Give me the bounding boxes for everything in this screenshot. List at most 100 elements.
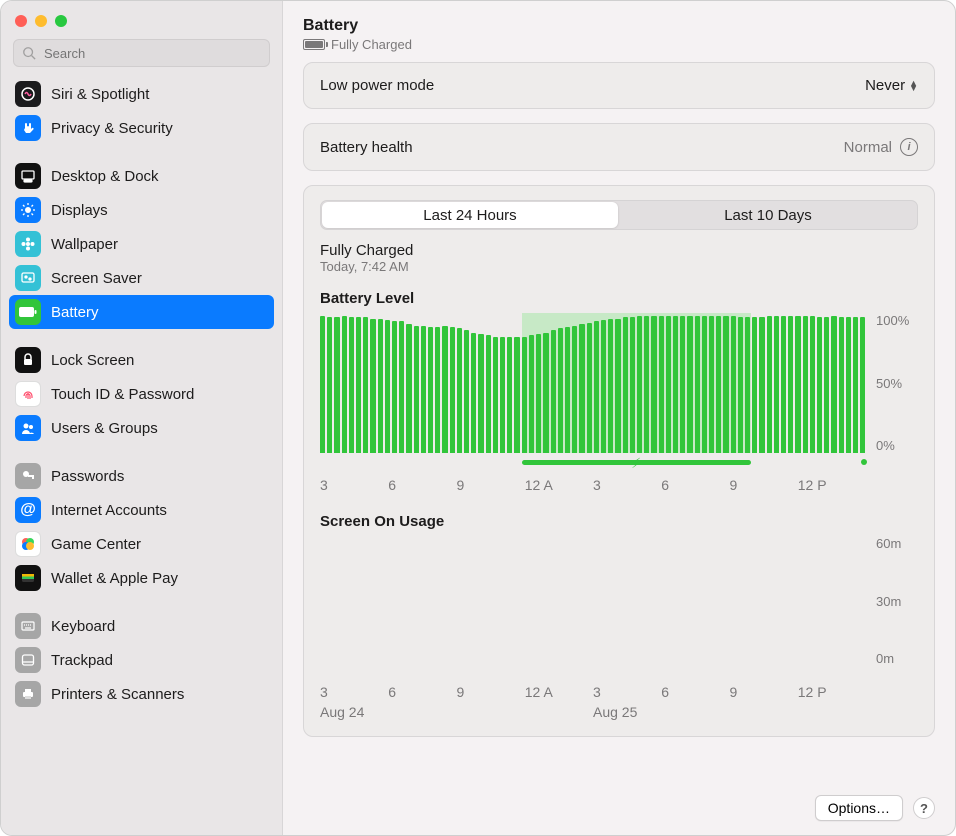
x-tick: 6 xyxy=(388,477,456,493)
battery-level-bar xyxy=(471,333,476,453)
battery-level-bar xyxy=(846,317,851,453)
x-tick: 12 P xyxy=(798,477,866,493)
battery-level-bar xyxy=(781,316,786,453)
sidebar-item-wallet-apple-pay[interactable]: Wallet & Apple Pay xyxy=(1,561,282,595)
low-power-select[interactable]: Never ▲▼ xyxy=(865,77,918,94)
battery-level-bar xyxy=(363,317,368,453)
battery-level-bar xyxy=(853,317,858,453)
zoom-icon[interactable] xyxy=(55,15,67,27)
battery-level-yaxis: 100%50%0% xyxy=(876,313,918,453)
battery-level-bar xyxy=(428,327,433,453)
battery-level-bar xyxy=(731,316,736,453)
sidebar-item-lock-screen[interactable]: Lock Screen xyxy=(1,343,282,377)
siri-icon xyxy=(15,81,41,107)
battery-level-bar xyxy=(464,330,469,453)
sidebar-item-label: Wallet & Apple Pay xyxy=(51,570,178,587)
x-tick: 12 P xyxy=(798,684,866,700)
battery-level-bar xyxy=(795,316,800,453)
battery-health-card: Battery health Normal i xyxy=(303,123,935,171)
minimize-icon[interactable] xyxy=(35,15,47,27)
sidebar-list: Siri & SpotlightPrivacy & Security Deskto… xyxy=(1,75,282,835)
y-tick: 0% xyxy=(876,438,895,453)
battery-level-bar xyxy=(579,324,584,453)
battery-level-bar xyxy=(817,317,822,453)
sidebar-item-game-center[interactable]: Game Center xyxy=(1,527,282,561)
help-button[interactable]: ? xyxy=(913,797,935,819)
battery-level-bar xyxy=(543,333,548,453)
options-button[interactable]: Options… xyxy=(815,795,903,821)
battery-level-bar xyxy=(695,316,700,453)
battery-level-bar xyxy=(651,316,656,453)
x-tick: 9 xyxy=(457,684,525,700)
battery-level-bar xyxy=(716,316,721,453)
sidebar: Siri & SpotlightPrivacy & Security Deskto… xyxy=(1,1,283,835)
sidebar-item-touch-id-password[interactable]: Touch ID & Password xyxy=(1,377,282,411)
battery-level-bar xyxy=(659,316,664,453)
search-icon xyxy=(22,46,36,60)
tab-last-10d[interactable]: Last 10 Days xyxy=(620,202,916,228)
battery-level-bar xyxy=(342,316,347,453)
usage-card: Last 24 Hours Last 10 Days Fully Charged… xyxy=(303,185,935,737)
battery-status-text: Fully Charged xyxy=(331,37,412,52)
battery-health-value: Normal xyxy=(844,139,892,156)
header: Battery Fully Charged xyxy=(283,1,955,62)
battery-icon xyxy=(15,299,41,325)
tab-last-24h[interactable]: Last 24 Hours xyxy=(322,202,618,228)
sidebar-item-trackpad[interactable]: Trackpad xyxy=(1,643,282,677)
sidebar-item-wallpaper[interactable]: Wallpaper xyxy=(1,227,282,261)
low-power-value: Never xyxy=(865,77,905,94)
battery-level-bar xyxy=(702,316,707,453)
battery-level-bar xyxy=(673,316,678,453)
battery-level-bar xyxy=(666,316,671,453)
sidebar-item-screen-saver[interactable]: Screen Saver xyxy=(1,261,282,295)
battery-level-bar xyxy=(752,317,757,453)
sidebar-item-desktop-dock[interactable]: Desktop & Dock xyxy=(1,159,282,193)
sidebar-item-printers-scanners[interactable]: Printers & Scanners xyxy=(1,677,282,711)
sidebar-item-displays[interactable]: Displays xyxy=(1,193,282,227)
y-tick: 0m xyxy=(876,651,894,666)
y-tick: 30m xyxy=(876,594,901,609)
battery-level-bar xyxy=(831,316,836,453)
sidebar-item-label: Passwords xyxy=(51,468,124,485)
battery-level-bar xyxy=(594,321,599,453)
x-tick: 9 xyxy=(730,477,798,493)
battery-level-bar xyxy=(709,316,714,453)
sidebar-item-passwords[interactable]: Passwords xyxy=(1,459,282,493)
sidebar-item-internet-accounts[interactable]: @Internet Accounts xyxy=(1,493,282,527)
bolt-icon: ⚡︎ xyxy=(631,455,641,472)
settings-window: Siri & SpotlightPrivacy & Security Deskto… xyxy=(0,0,956,836)
battery-level-bar xyxy=(824,317,829,453)
battery-level-bar xyxy=(378,319,383,453)
y-tick: 50% xyxy=(876,376,902,391)
battery-level-bar xyxy=(457,328,462,453)
battery-level-bar xyxy=(421,326,426,453)
battery-level-bar xyxy=(320,316,325,453)
charge-state-time: Today, 7:42 AM xyxy=(320,259,918,274)
sidebar-item-label: Users & Groups xyxy=(51,420,158,437)
close-icon[interactable] xyxy=(15,15,27,27)
battery-level-bar xyxy=(615,319,620,453)
sidebar-item-label: Touch ID & Password xyxy=(51,386,194,403)
battery-level-xaxis: 36912 A36912 P xyxy=(320,477,866,493)
footer: Options… ? xyxy=(815,795,935,821)
sidebar-item-label: Desktop & Dock xyxy=(51,168,159,185)
sidebar-item-keyboard[interactable]: Keyboard xyxy=(1,609,282,643)
battery-level-bar xyxy=(478,334,483,453)
battery-level-bar xyxy=(442,326,447,453)
sidebar-item-privacy-security[interactable]: Privacy & Security xyxy=(1,111,282,145)
sidebar-item-battery[interactable]: Battery xyxy=(9,295,274,329)
battery-level-bar xyxy=(788,316,793,453)
users-icon xyxy=(15,415,41,441)
battery-level-bar xyxy=(392,321,397,453)
search-field[interactable] xyxy=(42,45,261,62)
search-input[interactable] xyxy=(13,39,270,67)
sidebar-item-siri-spotlight[interactable]: Siri & Spotlight xyxy=(1,77,282,111)
battery-level-bar xyxy=(385,320,390,453)
info-icon[interactable]: i xyxy=(900,138,918,156)
low-power-label: Low power mode xyxy=(320,77,434,94)
battery-level-bar xyxy=(803,316,808,453)
battery-level-bar xyxy=(839,317,844,453)
sidebar-item-label: Battery xyxy=(51,304,99,321)
sidebar-item-users-groups[interactable]: Users & Groups xyxy=(1,411,282,445)
battery-status: Fully Charged xyxy=(303,37,935,52)
